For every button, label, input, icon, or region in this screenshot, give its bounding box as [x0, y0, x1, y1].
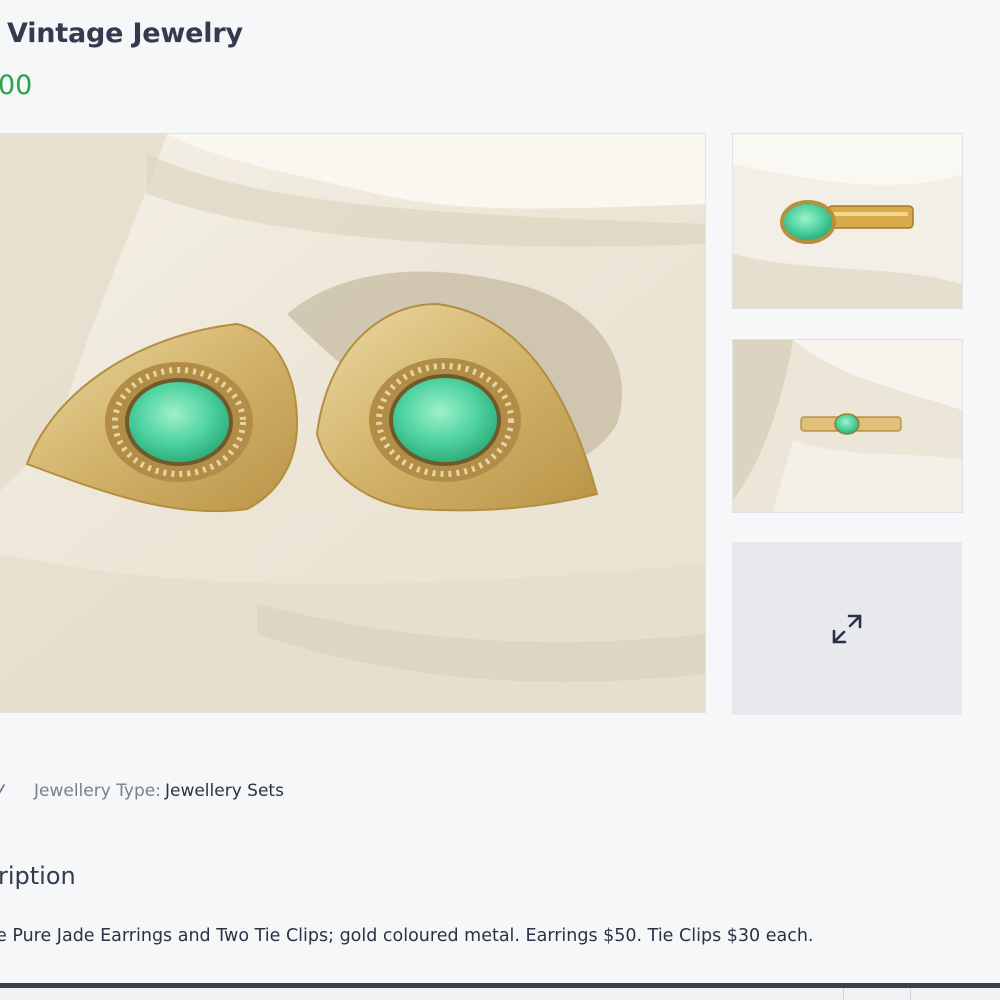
- thumbnail-2[interactable]: [732, 339, 963, 513]
- bottom-bar-divider: [843, 988, 844, 1000]
- earrings-photo: [0, 134, 705, 712]
- description-text: e Pure Jade Earrings and Two Tie Clips; …: [0, 926, 814, 946]
- attribute-label: Jewellery Type:: [34, 781, 161, 801]
- tie-clip-photo: [733, 340, 962, 512]
- thumbnail-1[interactable]: [732, 133, 963, 309]
- attribute-value: Jewellery Sets: [164, 781, 284, 801]
- tag-icon: [0, 779, 8, 803]
- expand-arrows-icon: [829, 611, 865, 647]
- bottom-bar-divider: [910, 988, 911, 1000]
- listing-page: Vintage Jewelry 00 Jewellery Type: Jewel…: [0, 0, 1000, 1000]
- jewellery-type-attribute: Jewellery Type: Jewellery Sets: [0, 776, 284, 806]
- bottom-bar-surface: [0, 988, 1000, 1000]
- listing-title: Vintage Jewelry: [7, 18, 243, 49]
- tie-clip-photo: [733, 134, 962, 308]
- description-heading: ription: [0, 862, 76, 890]
- bottom-bar: [0, 983, 1000, 1000]
- listing-price: 00: [0, 70, 33, 101]
- main-product-image[interactable]: [0, 133, 706, 713]
- expand-gallery-button[interactable]: [732, 542, 962, 715]
